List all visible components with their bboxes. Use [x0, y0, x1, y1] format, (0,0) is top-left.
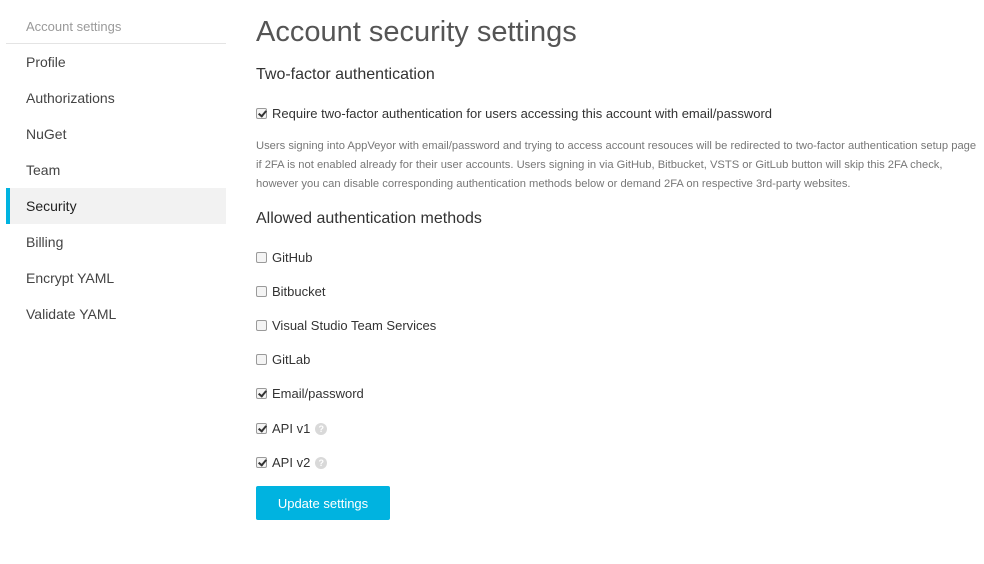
help-icon[interactable]: ?	[315, 422, 328, 435]
main-content: Account security settings Two-factor aut…	[256, 0, 976, 520]
sidebar-item-encrypt-yaml[interactable]: Encrypt YAML	[6, 260, 226, 296]
sidebar-item-team[interactable]: Team	[6, 152, 226, 188]
sidebar-item-authorizations[interactable]: Authorizations	[6, 80, 226, 116]
methods-heading: Allowed authentication methods	[256, 210, 482, 227]
help-icon[interactable]: ?	[315, 456, 328, 469]
method-gitlab[interactable]: GitLab	[256, 352, 310, 367]
sidebar-item-profile[interactable]: Profile	[6, 44, 226, 80]
sidebar-item-nuget[interactable]: NuGet	[6, 116, 226, 152]
method-github[interactable]: GitHub	[256, 250, 312, 265]
require-2fa-option[interactable]: Require two-factor authentication for us…	[256, 106, 772, 121]
method-api-v2[interactable]: API v2 ?	[256, 455, 328, 470]
method-bitbucket[interactable]: Bitbucket	[256, 284, 325, 299]
email-password-checkbox[interactable]	[256, 388, 267, 399]
page-title: Account security settings	[256, 16, 577, 48]
bitbucket-checkbox[interactable]	[256, 286, 267, 297]
sidebar-item-validate-yaml[interactable]: Validate YAML	[6, 296, 226, 332]
method-label: Bitbucket	[272, 284, 326, 299]
method-label: GitLab	[272, 352, 311, 367]
twofa-heading: Two-factor authentication	[256, 66, 435, 83]
method-vsts[interactable]: Visual Studio Team Services	[256, 318, 436, 333]
method-email-password[interactable]: Email/password	[256, 386, 364, 401]
method-label: API v1	[272, 421, 311, 436]
twofa-description: Users signing into AppVeyor with email/p…	[256, 140, 977, 190]
method-label: Email/password	[272, 386, 364, 401]
update-settings-button[interactable]: Update settings	[256, 486, 390, 520]
vsts-checkbox[interactable]	[256, 320, 267, 331]
api-v1-checkbox[interactable]	[256, 423, 267, 434]
method-api-v1[interactable]: API v1 ?	[256, 421, 328, 436]
gitlab-checkbox[interactable]	[256, 354, 267, 365]
require-2fa-label: Require two-factor authentication for us…	[272, 106, 773, 121]
method-label: API v2	[272, 455, 311, 470]
settings-sidebar: Account settings Profile Authorizations …	[6, 10, 226, 332]
method-label: Visual Studio Team Services	[272, 318, 437, 333]
require-2fa-checkbox[interactable]	[256, 108, 267, 119]
github-checkbox[interactable]	[256, 252, 267, 263]
sidebar-item-security[interactable]: Security	[6, 188, 226, 224]
sidebar-header: Account settings	[6, 10, 226, 44]
api-v2-checkbox[interactable]	[256, 457, 267, 468]
method-label: GitHub	[272, 250, 313, 265]
sidebar-item-billing[interactable]: Billing	[6, 224, 226, 260]
